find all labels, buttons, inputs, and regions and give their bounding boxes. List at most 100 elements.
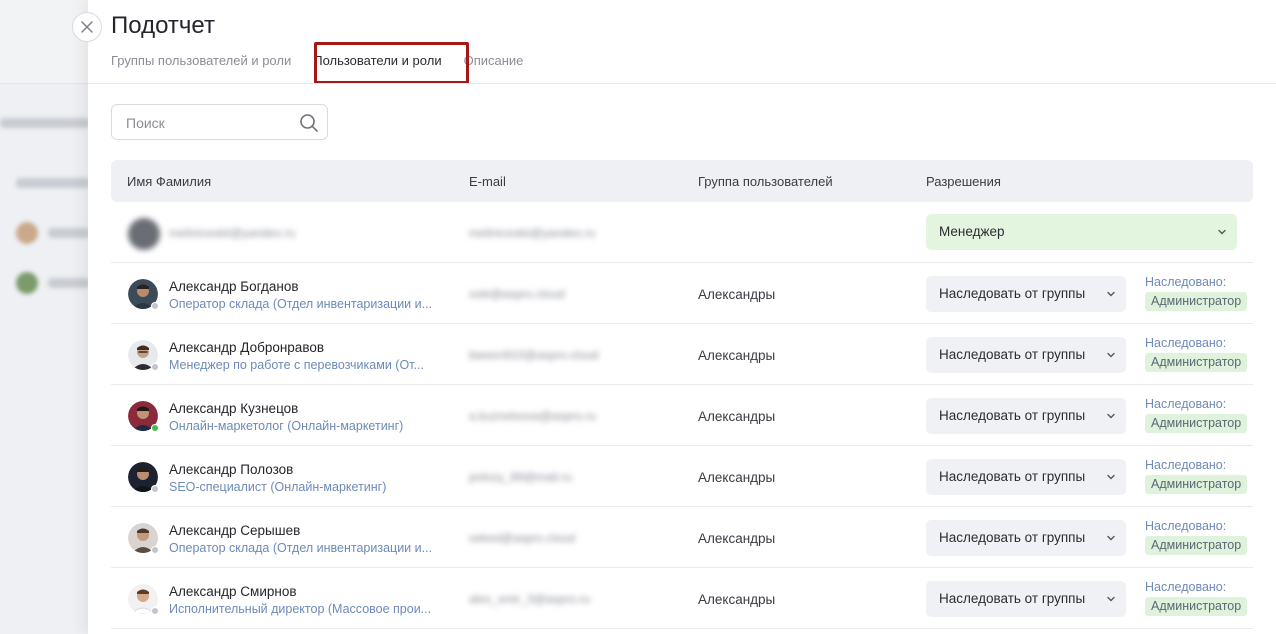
status-offline-indicator xyxy=(151,363,159,371)
background-text xyxy=(16,178,90,188)
avatar xyxy=(128,218,160,250)
inherited-caption: Наследовано: xyxy=(1145,397,1227,411)
user-name: meliniceskii@yandex.ru xyxy=(169,226,296,240)
permission-select[interactable]: Наследовать от группы xyxy=(926,520,1126,556)
permission-select-value: Наследовать от группы xyxy=(939,530,1086,545)
background-text xyxy=(48,278,90,288)
user-name[interactable]: Александр Богданов xyxy=(169,279,299,294)
avatar xyxy=(128,462,159,493)
inherited-role-badge: Администратор xyxy=(1145,353,1248,372)
status-offline-indicator xyxy=(151,302,159,310)
inherited-role-badge: Администратор xyxy=(1145,536,1248,555)
chevron-down-icon xyxy=(1107,474,1115,480)
permission-select-value: Наследовать от группы xyxy=(939,347,1086,362)
permission-select[interactable]: Наследовать от группы xyxy=(926,398,1126,434)
permission-select[interactable]: Наследовать от группы xyxy=(926,337,1126,373)
status-offline-indicator xyxy=(151,607,159,615)
column-header-group[interactable]: Группа пользователей xyxy=(698,174,833,189)
background-app xyxy=(0,0,100,634)
table-row[interactable]: Александр Смирнов Исполнительный директо… xyxy=(111,568,1253,629)
background-text xyxy=(0,118,90,128)
user-role: Онлайн-маркетолог (Онлайн-маркетинг) xyxy=(169,419,404,433)
user-email: seked@aspro.cloud xyxy=(469,531,576,545)
user-name[interactable]: Александр Смирнов xyxy=(169,584,297,599)
inherited-caption: Наследовано: xyxy=(1145,275,1227,289)
user-email: bween910@aspro.cloud xyxy=(469,348,599,362)
user-group: Александры xyxy=(698,287,776,302)
user-name[interactable]: Александр Кузнецов xyxy=(169,401,298,416)
user-email: a.kuznetsova@aspro.ru xyxy=(469,409,596,423)
status-offline-indicator xyxy=(151,485,159,493)
inherited-role-badge: Администратор xyxy=(1145,475,1248,494)
page-title: Подотчет xyxy=(111,12,215,39)
user-name[interactable]: Александр Добронравов xyxy=(169,340,324,355)
column-header-email[interactable]: E-mail xyxy=(469,174,506,189)
table-row[interactable]: Александр Полозов SEO-специалист (Онлайн… xyxy=(111,446,1253,507)
inherited-caption: Наследовано: xyxy=(1145,519,1227,533)
search-box xyxy=(111,104,328,140)
user-role: Оператор склада (Отдел инвентаризации и.… xyxy=(169,297,433,311)
header-divider xyxy=(88,83,1276,84)
user-role: Оператор склада (Отдел инвентаризации и.… xyxy=(169,541,433,555)
status-online-indicator xyxy=(151,424,159,432)
user-group: Александры xyxy=(698,470,776,485)
user-email: polozy_89@mail.ru xyxy=(469,470,572,484)
permission-select-value: Менеджер xyxy=(939,224,1005,239)
user-role: Менеджер по работе с перевозчиками (От..… xyxy=(169,358,424,372)
permission-select-value: Наследовать от группы xyxy=(939,408,1086,423)
tab-user-groups-and-roles[interactable]: Группы пользователей и роли xyxy=(111,52,291,70)
avatar xyxy=(128,401,159,432)
chevron-down-icon xyxy=(1107,413,1115,419)
user-email: alex_smir_3@aspro.ru xyxy=(469,592,590,606)
search-input[interactable] xyxy=(126,114,296,132)
chevron-down-icon xyxy=(1107,596,1115,602)
user-email: meliniceskii@yandex.ru xyxy=(469,226,596,240)
permission-select[interactable]: Наследовать от группы xyxy=(926,581,1126,617)
avatar xyxy=(128,584,159,615)
column-header-permissions[interactable]: Разрешения xyxy=(926,174,1001,189)
table-header: Имя Фамилия E-mail Группа пользователей … xyxy=(111,160,1253,202)
user-role: Исполнительный директор (Массовое прои..… xyxy=(169,602,432,616)
table-row[interactable]: Александр Серышев Оператор склада (Отдел… xyxy=(111,507,1253,568)
close-button[interactable] xyxy=(72,12,102,42)
search-icon[interactable] xyxy=(299,113,319,133)
background-avatar xyxy=(16,272,38,294)
user-name[interactable]: Александр Полозов xyxy=(169,462,293,477)
table-row[interactable]: Александр Добронравов Менеджер по работе… xyxy=(111,324,1253,385)
background-text xyxy=(48,228,90,238)
inherited-caption: Наследовано: xyxy=(1145,458,1227,472)
permission-select-value: Наследовать от группы xyxy=(939,591,1086,606)
user-group: Александры xyxy=(698,592,776,607)
user-group: Александры xyxy=(698,531,776,546)
tab-users-and-roles[interactable]: Пользователи и роли xyxy=(313,52,441,70)
tab-description[interactable]: Описание xyxy=(464,52,524,70)
column-header-name[interactable]: Имя Фамилия xyxy=(127,174,211,189)
chevron-down-icon xyxy=(1218,229,1226,235)
inherited-caption: Наследовано: xyxy=(1145,580,1227,594)
background-avatar xyxy=(16,222,38,244)
user-role: SEO-специалист (Онлайн-маркетинг) xyxy=(169,480,387,494)
chevron-down-icon xyxy=(1107,291,1115,297)
inherited-role-badge: Администратор xyxy=(1145,414,1248,433)
table-row-current-user: meliniceskii@yandex.ru meliniceskii@yand… xyxy=(111,202,1253,263)
permission-select-value: Наследовать от группы xyxy=(939,469,1086,484)
permission-select[interactable]: Наследовать от группы xyxy=(926,276,1126,312)
inherited-caption: Наследовано: xyxy=(1145,336,1227,350)
user-email: sokl@aspro.cloud xyxy=(469,287,565,301)
avatar xyxy=(128,340,159,371)
tab-bar: Группы пользователей и роли Пользователи… xyxy=(111,52,545,83)
status-offline-indicator xyxy=(151,546,159,554)
user-group: Александры xyxy=(698,409,776,424)
inherited-role-badge: Администратор xyxy=(1145,597,1248,616)
inherited-role-badge: Администратор xyxy=(1145,292,1248,311)
close-icon xyxy=(81,21,93,33)
permission-select-value: Наследовать от группы xyxy=(939,286,1086,301)
permission-select[interactable]: Наследовать от группы xyxy=(926,459,1126,495)
table-row[interactable]: Александр Богданов Оператор склада (Отде… xyxy=(111,263,1253,324)
avatar xyxy=(128,523,159,554)
chevron-down-icon xyxy=(1107,352,1115,358)
table-row[interactable]: Александр Кузнецов Онлайн-маркетолог (Он… xyxy=(111,385,1253,446)
permission-select[interactable]: Менеджер xyxy=(926,214,1237,250)
user-group: Александры xyxy=(698,348,776,363)
user-name[interactable]: Александр Серышев xyxy=(169,523,300,538)
